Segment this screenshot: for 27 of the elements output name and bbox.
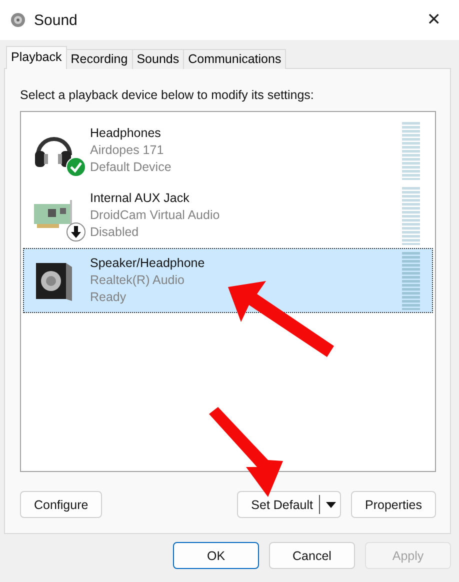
tab[interactable]: Sounds — [132, 49, 184, 69]
close-button[interactable]: ✕ — [418, 6, 449, 34]
device-item[interactable]: Headphones Airdopes 171 Default Device — [23, 118, 433, 183]
device-name: Speaker/Headphone — [90, 255, 206, 272]
device-status: Ready — [90, 289, 128, 306]
device-status: Disabled — [90, 224, 140, 241]
dialog-button[interactable]: Cancel — [269, 542, 355, 569]
instruction-text: Select a playback device below to modify its settings: — [20, 88, 315, 102]
device-driver: DroidCam Virtual Audio — [90, 207, 221, 224]
device-item[interactable]: Speaker/Headphone Realtek(R) Audio Ready — [23, 248, 433, 313]
split-button[interactable]: Set Default — [237, 491, 342, 518]
device-driver: Airdopes 171 — [90, 142, 165, 159]
caret-icon — [326, 502, 336, 508]
panel-button[interactable]: Configure — [20, 491, 102, 518]
device-name: Internal AUX Jack — [90, 190, 190, 207]
tab[interactable]: Recording — [66, 49, 133, 69]
tab[interactable]: Playback — [6, 46, 67, 69]
device-status: Default Device — [90, 159, 172, 176]
device-name: Headphones — [90, 125, 162, 142]
panel-button[interactable]: Properties — [351, 491, 436, 518]
window-title: Sound — [34, 12, 78, 28]
tab[interactable]: Communications — [183, 49, 286, 69]
dialog-button[interactable]: OK — [173, 542, 259, 569]
level-meter-icon — [402, 186, 420, 244]
level-meter-icon — [402, 252, 420, 310]
level-meter-icon — [402, 122, 420, 180]
device-driver: Realtek(R) Audio — [90, 272, 186, 289]
